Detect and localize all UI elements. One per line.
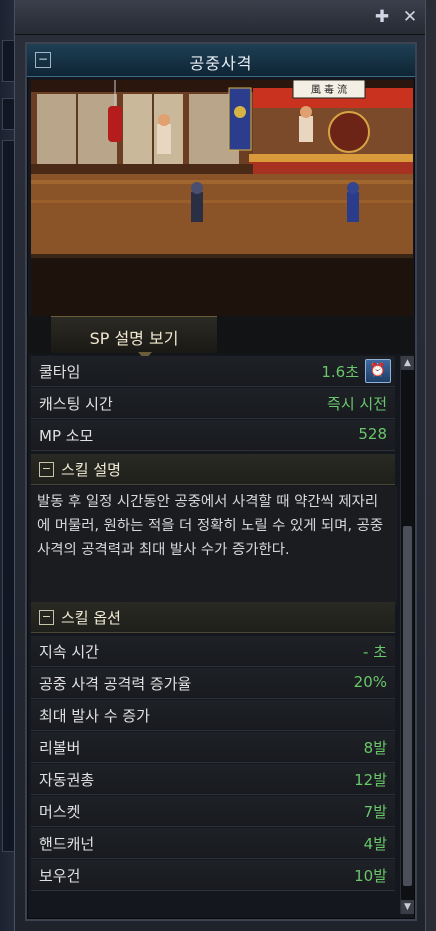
option-row: 최대 발사 수 증가 bbox=[31, 700, 395, 731]
option-label: 리볼버 bbox=[39, 739, 81, 757]
skill-title-bar: − 공중사격 bbox=[27, 44, 415, 77]
option-label: 공중 사격 공격력 증가율 bbox=[39, 675, 192, 693]
option-row: 머스켓 7발 bbox=[31, 796, 395, 827]
option-value: 7발 bbox=[363, 803, 387, 821]
stat-value: 1.6초 bbox=[321, 363, 359, 381]
skill-preview-image: 風 毒 流 bbox=[31, 80, 413, 316]
skill-panel: − 공중사격 風 毒 流 SP 설명 보기 쿨타임 1.6초 ⏰ 캐스팅 시간 … bbox=[25, 42, 417, 921]
option-label: 머스켓 bbox=[39, 803, 81, 821]
option-value: 4발 bbox=[363, 835, 387, 853]
option-value: - 초 bbox=[363, 643, 387, 661]
stat-label: 쿨타임 bbox=[39, 363, 81, 381]
stat-value: 528 bbox=[358, 425, 387, 443]
collapse-icon[interactable]: − bbox=[39, 462, 54, 477]
stat-row-cooldown: 쿨타임 1.6초 ⏰ bbox=[31, 356, 395, 387]
skill-tooltip-window: ✚ ✕ − 공중사격 風 毒 流 SP 설명 보기 쿨타임 1.6초 ⏰ 캐스팅… bbox=[14, 0, 426, 931]
sp-tab-label: SP 설명 보기 bbox=[89, 329, 179, 348]
stat-label: 캐스팅 시간 bbox=[39, 395, 113, 413]
option-row: 리볼버 8발 bbox=[31, 732, 395, 763]
stat-row-cast-time: 캐스팅 시간 즉시 시전 bbox=[31, 388, 395, 419]
scroll-down-icon[interactable]: ▼ bbox=[401, 900, 414, 914]
window-topbar: ✚ ✕ bbox=[15, 0, 425, 35]
option-label: 보우건 bbox=[39, 867, 81, 885]
option-label: 자동권총 bbox=[39, 771, 95, 789]
option-value: 10발 bbox=[354, 867, 387, 885]
stat-label: MP 소모 bbox=[39, 427, 94, 445]
sp-description-tab[interactable]: SP 설명 보기 bbox=[51, 316, 217, 360]
scroll-up-icon[interactable]: ▲ bbox=[401, 356, 414, 370]
skill-description-text: 발동 후 일정 시간동안 공중에서 사격할 때 약간씩 제자리에 머물러, 원하… bbox=[31, 486, 397, 606]
skill-info-list: 쿨타임 1.6초 ⏰ 캐스팅 시간 즉시 시전 MP 소모 528 − 스킬 설… bbox=[27, 356, 399, 914]
option-row: 핸드캐넌 4발 bbox=[31, 828, 395, 859]
options-section-header[interactable]: − 스킬 옵션 bbox=[31, 602, 395, 633]
option-label: 지속 시간 bbox=[39, 643, 99, 661]
option-row: 지속 시간 - 초 bbox=[31, 636, 395, 667]
scrollbar[interactable]: ▲ ▼ bbox=[400, 356, 414, 914]
section-title: 스킬 설명 bbox=[61, 461, 121, 479]
option-row: 자동권총 12발 bbox=[31, 764, 395, 795]
option-label: 최대 발사 수 증가 bbox=[39, 707, 150, 725]
stat-row-mp-cost: MP 소모 528 bbox=[31, 420, 395, 451]
option-row: 공중 사격 공격력 증가율 20% bbox=[31, 668, 395, 699]
option-value: 8발 bbox=[363, 739, 387, 757]
collapse-icon[interactable]: − bbox=[39, 610, 54, 625]
close-icon[interactable]: ✕ bbox=[399, 6, 421, 28]
skill-title: 공중사격 bbox=[189, 54, 253, 73]
description-section-header[interactable]: − 스킬 설명 bbox=[31, 454, 395, 485]
scrollbar-thumb[interactable] bbox=[403, 526, 412, 886]
option-value: 20% bbox=[353, 673, 387, 691]
option-row: 보우건 10발 bbox=[31, 860, 395, 891]
pin-icon[interactable]: ✚ bbox=[371, 6, 393, 28]
alarm-clock-icon[interactable]: ⏰ bbox=[365, 359, 391, 383]
option-label: 핸드캐넌 bbox=[39, 835, 95, 853]
stat-value: 즉시 시전 bbox=[327, 395, 387, 413]
section-title: 스킬 옵션 bbox=[61, 609, 121, 627]
dojo-sign: 風 毒 流 bbox=[311, 83, 347, 96]
dojo-scene: 風 毒 流 bbox=[31, 80, 413, 316]
option-value: 12발 bbox=[354, 771, 387, 789]
